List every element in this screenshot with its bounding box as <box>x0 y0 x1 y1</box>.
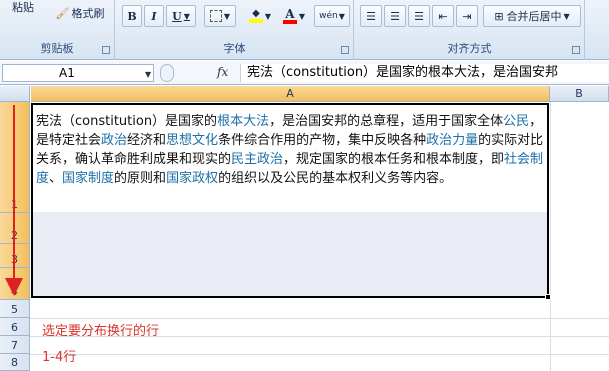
merge-center-button[interactable]: ⊞ 合并后居中 ▼ <box>483 5 581 27</box>
row-header-6[interactable]: 6 <box>0 318 30 336</box>
font-color-button[interactable]: A ▼ <box>278 5 310 27</box>
font-color-icon: A <box>282 8 297 24</box>
merge-center-label: 合并后居中 <box>506 10 562 23</box>
annotation-note-2: 1-4行 <box>42 350 77 365</box>
indent-decrease-icon: ⇤ <box>438 9 448 23</box>
formula-input[interactable]: 宪法（constitution）是国家的根本大法，是治国安邦 <box>240 64 608 82</box>
formula-bar: A1 ▼ fx 宪法（constitution）是国家的根本大法，是治国安邦 <box>0 61 609 85</box>
splitter-handle-icon[interactable] <box>160 64 174 82</box>
format-painter-button[interactable]: 🖌 格式刷 <box>50 2 110 24</box>
alignment-group: ☰ ☰ ☰ ⇤ ⇥ ⊞ 合并后居中 ▼ 对齐方式 <box>355 0 585 60</box>
column-header-b[interactable]: B <box>550 86 609 102</box>
phonetic-guide-button[interactable]: wén ▼ <box>314 5 350 27</box>
name-box[interactable]: A1 <box>2 64 154 82</box>
bold-button[interactable]: B <box>122 5 142 27</box>
align-right-button[interactable]: ☰ <box>408 5 430 27</box>
annotation-line <box>13 105 15 291</box>
select-all-corner[interactable] <box>0 86 30 102</box>
italic-label: I <box>151 9 157 23</box>
clipboard-group-label: 剪贴板 <box>40 42 74 55</box>
underline-label: U <box>172 9 182 23</box>
alignment-group-label: 对齐方式 <box>447 42 492 55</box>
paste-label: 粘贴 <box>12 1 34 14</box>
phonetic-label: wén <box>319 11 338 21</box>
row-header-8[interactable]: 8 <box>0 354 30 371</box>
gridline <box>550 102 551 371</box>
cell-a1-text: 宪法（constitution）是国家的根本大法，是治国安邦的总章程，适用于国家… <box>36 114 544 186</box>
clipboard-group: 粘贴 🖌 格式刷 剪贴板 <box>0 0 115 60</box>
align-right-icon: ☰ <box>414 9 424 23</box>
indent-increase-icon: ⇥ <box>462 9 472 23</box>
gridline <box>30 318 609 319</box>
align-center-button[interactable]: ☰ <box>384 5 406 27</box>
font-launcher-icon[interactable] <box>341 46 349 54</box>
fill-handle[interactable] <box>545 294 551 300</box>
column-header-a[interactable]: A <box>31 86 550 102</box>
clipboard-launcher-icon[interactable] <box>102 46 110 54</box>
borders-icon <box>209 10 222 22</box>
italic-button[interactable]: I <box>144 5 164 27</box>
paintbrush-icon: 🖌 <box>55 6 70 20</box>
indent-increase-button[interactable]: ⇥ <box>456 5 478 27</box>
row-header-5[interactable]: 5 <box>0 300 30 318</box>
indent-decrease-button[interactable]: ⇤ <box>432 5 454 27</box>
row-header-2[interactable]: 2 <box>0 213 30 244</box>
gridline <box>30 354 609 355</box>
font-group-label: 字体 <box>223 42 246 55</box>
fill-bucket-icon: ◆ <box>248 9 263 23</box>
row-header-3[interactable]: 3 <box>0 244 30 268</box>
insert-function-icon[interactable]: fx <box>217 65 228 79</box>
ribbon: 粘贴 🖌 格式刷 剪贴板 B I U▼ ▼ ◆▼ A▼ wén▼ 字体 <box>0 0 609 60</box>
row-header-7[interactable]: 7 <box>0 336 30 354</box>
underline-button[interactable]: U ▼ <box>166 5 196 27</box>
alignment-launcher-icon[interactable] <box>572 46 580 54</box>
align-center-icon: ☰ <box>390 9 400 23</box>
paste-button[interactable]: 粘贴 <box>2 0 44 18</box>
annotation-note-1: 选定要分布换行的行 <box>42 324 160 339</box>
merge-cells-icon: ⊞ <box>494 9 504 23</box>
format-painter-label: 格式刷 <box>71 7 105 20</box>
row-header-1[interactable]: 1 <box>0 102 30 213</box>
align-left-icon: ☰ <box>366 9 376 23</box>
font-group: B I U ▼ ▼ ◆ ▼ A ▼ wén ▼ 字体 <box>116 0 354 60</box>
borders-button[interactable]: ▼ <box>204 5 236 27</box>
name-box-dropdown-icon[interactable]: ▼ <box>145 70 151 79</box>
annotation-arrow-down-icon <box>5 278 23 296</box>
align-left-button[interactable]: ☰ <box>360 5 382 27</box>
bold-label: B <box>127 9 137 23</box>
fill-color-button[interactable]: ◆ ▼ <box>244 5 276 27</box>
